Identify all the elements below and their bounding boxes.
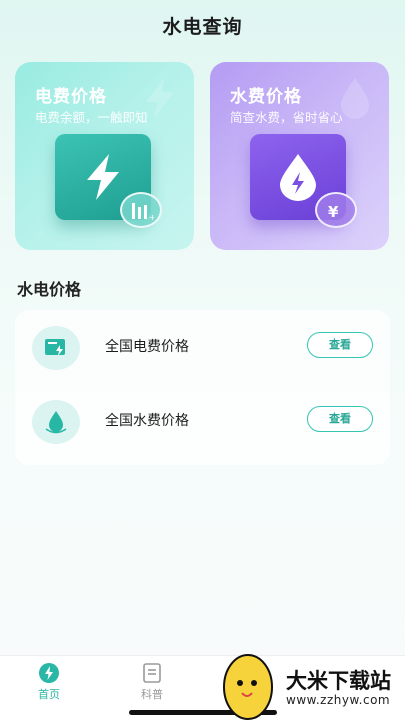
tab-home-label: 首页 (38, 688, 60, 701)
tab-science[interactable]: 科普 (122, 662, 182, 702)
section-title: 水电价格 (17, 280, 82, 299)
tab-science-label: 科普 (141, 688, 163, 701)
yuan-badge-icon: ¥ (315, 192, 357, 228)
home-drop-icon (39, 663, 59, 683)
tab-home[interactable]: 首页 (19, 662, 79, 702)
page-title: 水电查询 (162, 16, 243, 38)
water-drop-icon (32, 400, 80, 444)
list-item: 全国水费价格 查看 (15, 392, 390, 452)
lightning-icon (87, 154, 119, 200)
water-price-card[interactable]: 水费价格 简查水费，省时省心 ¥ (210, 62, 389, 250)
list-item: 全国电费价格 查看 (15, 318, 390, 378)
electric-price-card[interactable]: 电费价格 电费余额，一触即知 + (15, 62, 194, 250)
water-card-subtitle: 简查水费，省时省心 (230, 110, 343, 125)
water-drop-icon (280, 154, 316, 201)
watermark-url: www.zzhyw.com (286, 693, 391, 707)
document-icon (143, 663, 161, 683)
electric-card-title: 电费价格 (35, 87, 107, 107)
water-card-title: 水费价格 (230, 87, 302, 107)
view-water-button[interactable]: 查看 (307, 406, 373, 432)
meter-badge-icon: + (120, 192, 162, 228)
list-item-label: 全国电费价格 (105, 339, 189, 355)
view-electric-button[interactable]: 查看 (307, 332, 373, 358)
svg-text:¥: ¥ (328, 203, 339, 221)
watermark-name: 大米下载站 (286, 669, 391, 693)
price-list: 全国电费价格 查看 全国水费价格 查看 (15, 310, 390, 465)
electric-card-subtitle: 电费余额，一触即知 (35, 110, 148, 125)
list-item-label: 全国水费价格 (105, 413, 189, 429)
svg-text:+: + (149, 213, 154, 222)
electric-meter-icon (32, 326, 80, 370)
